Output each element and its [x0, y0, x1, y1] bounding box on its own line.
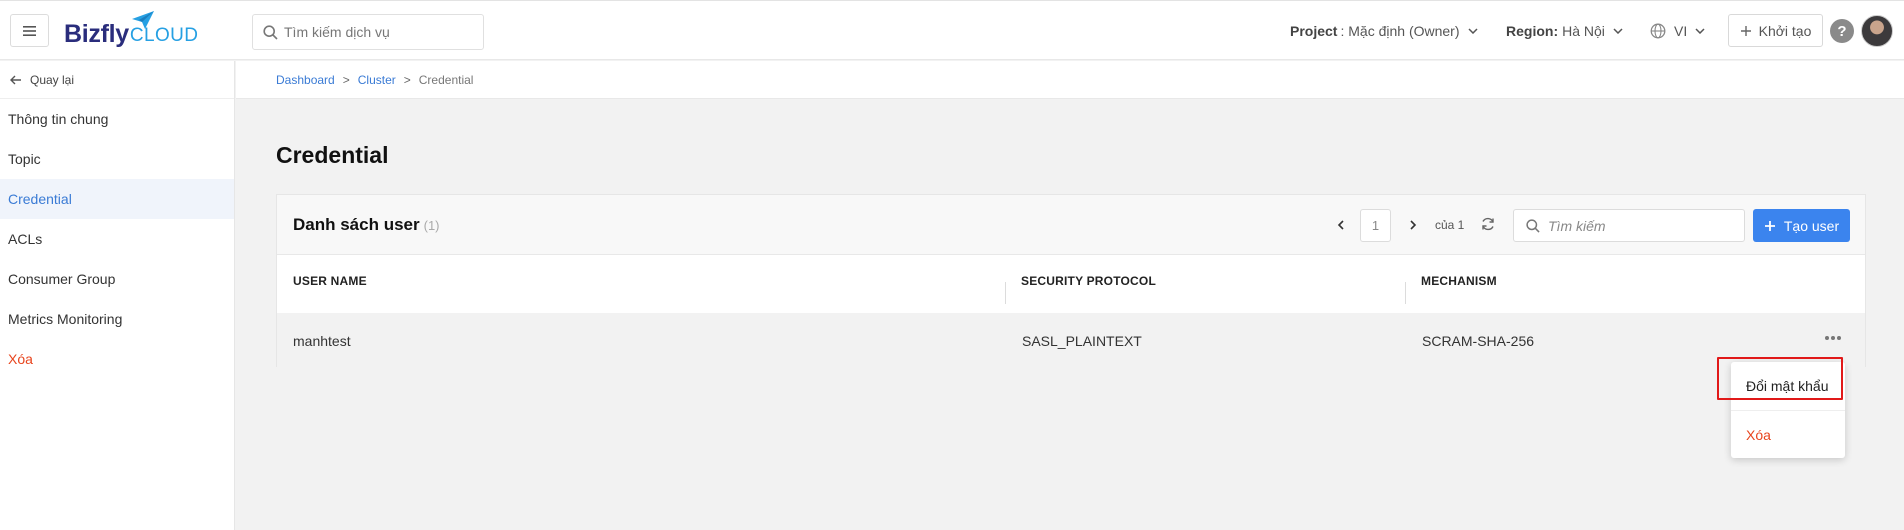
service-search-input[interactable]	[284, 24, 474, 40]
column-header-security-protocol[interactable]: SECURITY PROTOCOL	[1021, 256, 1156, 306]
page-number-input[interactable]: 1	[1360, 209, 1391, 242]
help-icon[interactable]: ?	[1830, 19, 1854, 43]
create-user-label: Tạo user	[1783, 217, 1840, 234]
breadcrumb: Dashboard > Cluster > Credential	[236, 61, 1904, 99]
avatar[interactable]	[1861, 15, 1893, 47]
breadcrumb-dashboard[interactable]: Dashboard	[276, 73, 335, 87]
cell-user-name: manhtest	[293, 332, 351, 349]
chevron-right-icon[interactable]	[1403, 215, 1423, 235]
hamburger-icon	[23, 25, 36, 36]
breadcrumb-cluster[interactable]: Cluster	[358, 73, 396, 87]
sidebar-item-delete[interactable]: Xóa	[0, 339, 234, 379]
column-divider	[1405, 282, 1406, 304]
card-title: Danh sách user (1)	[293, 215, 440, 235]
chevron-down-icon	[1467, 28, 1478, 34]
sidebar-item-consumer-group[interactable]: Consumer Group	[0, 259, 234, 299]
plus-icon	[1764, 220, 1775, 231]
service-search[interactable]	[252, 14, 484, 50]
user-count: (1)	[423, 218, 440, 233]
column-divider	[1005, 282, 1006, 304]
user-list-card: Danh sách user(1) 1 của 1 Tạo user USER …	[276, 194, 1866, 368]
sidebar-item-acls[interactable]: ACLs	[0, 219, 234, 259]
user-search[interactable]	[1513, 209, 1745, 242]
column-header-user-name[interactable]: USER NAME	[293, 256, 367, 306]
chevron-left-icon[interactable]	[1331, 215, 1351, 235]
language-selector[interactable]: VI	[1650, 1, 1705, 61]
sidebar-item-general-info[interactable]: Thông tin chung	[0, 99, 234, 139]
create-user-button[interactable]: Tạo user	[1753, 209, 1850, 242]
more-actions-icon[interactable]	[1824, 335, 1842, 341]
page-total: của 1	[1435, 218, 1465, 232]
refresh-icon[interactable]	[1480, 216, 1496, 232]
table-row: manhtest SASL_PLAINTEXT SCRAM-SHA-256	[277, 313, 1865, 368]
menu-item-delete[interactable]: Xóa	[1731, 410, 1845, 458]
back-link[interactable]: Quay lại	[0, 61, 234, 99]
column-header-mechanism[interactable]: MECHANISM	[1421, 256, 1497, 306]
cell-mechanism: SCRAM-SHA-256	[1422, 332, 1535, 349]
menu-button[interactable]	[10, 14, 49, 47]
create-resource-label: Khởi tạo	[1758, 22, 1812, 39]
back-label: Quay lại	[30, 72, 75, 87]
card-header: Danh sách user(1) 1 của 1 Tạo user	[277, 195, 1865, 255]
user-search-input[interactable]	[1548, 217, 1738, 234]
page-title: Credential	[276, 142, 389, 168]
region-selector[interactable]: Region: Hà Nội	[1506, 1, 1623, 61]
sidebar-item-topic[interactable]: Topic	[0, 139, 234, 179]
chevron-down-icon	[1613, 28, 1623, 34]
region-label: Region:	[1506, 23, 1559, 39]
search-icon	[1526, 218, 1540, 233]
search-icon	[263, 24, 278, 40]
breadcrumb-credential: Credential	[418, 72, 474, 87]
project-label: Project	[1290, 23, 1338, 39]
bizfly-logo[interactable]: Bizfly CLOUD	[64, 11, 198, 49]
cell-security-protocol: SASL_PLAINTEXT	[1022, 332, 1142, 349]
chevron-down-icon	[1695, 28, 1705, 34]
sidebar: Quay lại Thông tin chung Topic Credentia…	[0, 61, 235, 530]
region-value: Hà Nội	[1562, 23, 1605, 39]
globe-icon	[1650, 23, 1666, 39]
breadcrumb-separator: >	[403, 72, 411, 87]
card-title-text: Danh sách user	[293, 215, 420, 234]
table-header: USER NAME SECURITY PROTOCOL MECHANISM	[277, 256, 1865, 306]
top-header: Bizfly CLOUD Project : Mặc định (Owner) …	[0, 0, 1904, 60]
logo-text: Bizfly	[64, 20, 129, 48]
sidebar-item-credential[interactable]: Credential	[0, 179, 234, 219]
sidebar-item-metrics-monitoring[interactable]: Metrics Monitoring	[0, 299, 234, 339]
language-value: VI	[1674, 23, 1688, 39]
project-selector[interactable]: Project : Mặc định (Owner)	[1290, 1, 1478, 61]
plus-icon	[1740, 25, 1751, 36]
paper-plane-icon	[132, 11, 154, 29]
highlight-annotation	[1717, 357, 1843, 400]
arrow-left-icon	[10, 75, 21, 84]
breadcrumb-separator: >	[342, 72, 350, 87]
create-resource-button[interactable]: Khởi tạo	[1728, 14, 1823, 47]
project-value: : Mặc định (Owner)	[1340, 23, 1460, 39]
